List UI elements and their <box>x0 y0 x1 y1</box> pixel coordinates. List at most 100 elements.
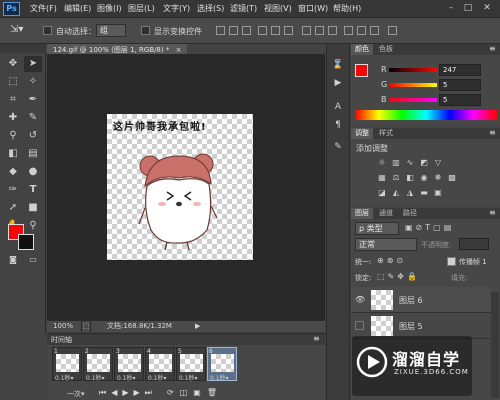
gradient-map-icon[interactable]: ▬ <box>419 188 429 197</box>
g-value-input[interactable]: 5 <box>439 79 481 91</box>
layer-kind-filter[interactable]: ρ 类型 <box>355 222 399 235</box>
distribute-bottom-icon[interactable] <box>328 26 337 35</box>
move-tool-icon[interactable]: ✥ <box>4 56 22 72</box>
rectangle-tool-icon[interactable]: ■ <box>24 200 42 216</box>
auto-select-checkbox[interactable] <box>43 26 52 35</box>
actions-panel-icon[interactable]: ▶ <box>330 76 346 90</box>
magic-wand-tool-icon[interactable]: ✧ <box>24 74 42 90</box>
vibrance-icon[interactable]: ▽ <box>433 158 443 167</box>
history-brush-tool-icon[interactable]: ↺ <box>24 128 42 144</box>
canvas-area[interactable]: 这片帅哥我承包啦! <box>47 54 325 320</box>
timeline-frame[interactable]: 1 0.1秒▾ <box>52 347 82 382</box>
distribute-vcenter-icon[interactable] <box>315 26 324 35</box>
frame-delay[interactable]: 0.1秒▾ <box>86 373 105 382</box>
opacity-input[interactable] <box>459 238 489 250</box>
path-selection-tool-icon[interactable]: ➚ <box>4 200 22 216</box>
show-transform-checkbox[interactable] <box>141 26 150 35</box>
close-button[interactable]: ✕ <box>480 3 494 14</box>
layers-scrollbar[interactable] <box>491 292 499 398</box>
curves-icon[interactable]: ∿ <box>405 158 415 167</box>
color-foreground-swatch[interactable] <box>355 64 368 77</box>
layer-name[interactable]: 图层 6 <box>399 295 423 306</box>
layer-filter-icons[interactable]: ▣⊘T▢▤ <box>405 223 454 232</box>
status-icon[interactable]: ⬚ <box>81 321 91 332</box>
r-slider[interactable] <box>389 68 437 72</box>
blur-tool-icon[interactable]: ◆ <box>4 164 22 180</box>
distribute-hcenter-icon[interactable] <box>357 26 366 35</box>
auto-align-icon[interactable] <box>388 26 397 35</box>
color-panel-menu-icon[interactable]: ≡ <box>489 44 496 53</box>
levels-icon[interactable]: ▥ <box>391 158 401 167</box>
menu-filter[interactable]: 滤镜(T) <box>230 3 257 15</box>
timeline-frame-selected[interactable]: 6 0.1秒▾ <box>207 347 237 382</box>
frame-action-icons[interactable]: ⟳◫▣🗑 <box>167 388 223 397</box>
layer-visibility-eye-icon[interactable]: 👁 <box>355 295 365 304</box>
paragraph-panel-icon[interactable]: ¶ <box>330 118 346 132</box>
gradient-tool-icon[interactable]: ▤ <box>24 146 42 162</box>
align-vcenter-icon[interactable] <box>229 26 238 35</box>
quick-mask-icon[interactable]: ◙ <box>4 252 22 268</box>
menu-help[interactable]: 帮助(H) <box>333 3 361 15</box>
zoom-level[interactable]: 100% <box>53 321 73 332</box>
loop-dropdown[interactable]: 一次▾ <box>67 389 85 399</box>
marquee-tool-icon[interactable]: ⬚ <box>4 74 22 90</box>
frame-delay[interactable]: 0.1秒▾ <box>179 373 198 382</box>
color-spectrum-bar[interactable] <box>355 110 497 120</box>
image-canvas[interactable]: 这片帅哥我承包啦! <box>107 114 253 260</box>
distribute-top-icon[interactable] <box>302 26 311 35</box>
move-tool-active-icon[interactable]: ➤ <box>24 56 42 72</box>
pen-tool-icon[interactable]: ✑ <box>4 182 22 198</box>
threshold-icon[interactable]: ◮ <box>405 188 415 197</box>
align-hcenter-icon[interactable] <box>271 26 280 35</box>
blend-mode-dropdown[interactable]: 正常 <box>355 238 417 251</box>
status-menu-icon[interactable]: ▶ <box>195 321 200 332</box>
invert-icon[interactable]: ◪ <box>377 188 387 197</box>
crop-tool-icon[interactable]: ⌗ <box>4 92 22 108</box>
dodge-tool-icon[interactable]: ● <box>24 164 42 180</box>
layer-row[interactable]: 👁 图层 6 <box>351 287 491 313</box>
tab-styles[interactable]: 样式 <box>375 128 397 139</box>
timeline-frame[interactable]: 5 0.1秒▾ <box>176 347 206 382</box>
maximize-button[interactable]: □ <box>461 3 475 14</box>
frame-delay[interactable]: 0.1秒▾ <box>55 373 74 382</box>
menu-select[interactable]: 选择(S) <box>197 3 224 15</box>
align-bottom-icon[interactable] <box>242 26 251 35</box>
brush-tool-icon[interactable]: ✎ <box>24 110 42 126</box>
move-tool-preset-icon[interactable]: ⇲▾ <box>10 24 23 35</box>
timeline-menu-icon[interactable]: ≡ <box>313 334 320 343</box>
tab-color[interactable]: 颜色 <box>351 44 373 55</box>
align-left-icon[interactable] <box>258 26 267 35</box>
posterize-icon[interactable]: ◭ <box>391 188 401 197</box>
timeline-frame[interactable]: 3 0.1秒▾ <box>114 347 144 382</box>
zoom-tool-icon[interactable]: ⚲ <box>24 218 42 234</box>
black-white-icon[interactable]: ◧ <box>405 173 415 182</box>
distribute-right-icon[interactable] <box>370 26 379 35</box>
tab-adjustments[interactable]: 调整 <box>351 128 373 139</box>
menu-file[interactable]: 文件(F) <box>30 3 57 15</box>
menu-edit[interactable]: 编辑(E) <box>64 3 91 15</box>
timeline-frame[interactable]: 2 0.1秒▾ <box>83 347 113 382</box>
healing-brush-tool-icon[interactable]: ✚ <box>4 110 22 126</box>
channel-mixer-icon[interactable]: ❋ <box>433 173 443 182</box>
menu-view[interactable]: 视图(V) <box>264 3 292 15</box>
align-top-icon[interactable] <box>216 26 225 35</box>
align-right-icon[interactable] <box>284 26 293 35</box>
b-value-input[interactable]: 5 <box>439 94 481 106</box>
propagate-frame-checkbox[interactable] <box>447 257 456 266</box>
menu-layer[interactable]: 图层(L) <box>128 3 155 15</box>
eraser-tool-icon[interactable]: ◧ <box>4 146 22 162</box>
g-slider[interactable] <box>389 83 437 87</box>
tab-swatches[interactable]: 色板 <box>375 44 397 55</box>
selective-color-icon[interactable]: ▣ <box>433 188 443 197</box>
tab-layers[interactable]: 图层 <box>351 208 373 219</box>
close-document-icon[interactable]: × <box>176 46 182 54</box>
timeline-frame[interactable]: 4 0.1秒▾ <box>145 347 175 382</box>
color-balance-icon[interactable]: ⚖ <box>391 173 401 182</box>
lock-icons[interactable]: ⬚✎✥🔒 <box>377 272 420 281</box>
eyedropper-tool-icon[interactable]: ✒ <box>24 92 42 108</box>
distribute-left-icon[interactable] <box>344 26 353 35</box>
frame-delay[interactable]: 0.1秒▾ <box>210 373 229 382</box>
unify-icons[interactable]: ⊕⊗⊙ <box>377 256 406 265</box>
exposure-icon[interactable]: ◩ <box>419 158 429 167</box>
adjustments-menu-icon[interactable]: ≡ <box>489 128 496 137</box>
